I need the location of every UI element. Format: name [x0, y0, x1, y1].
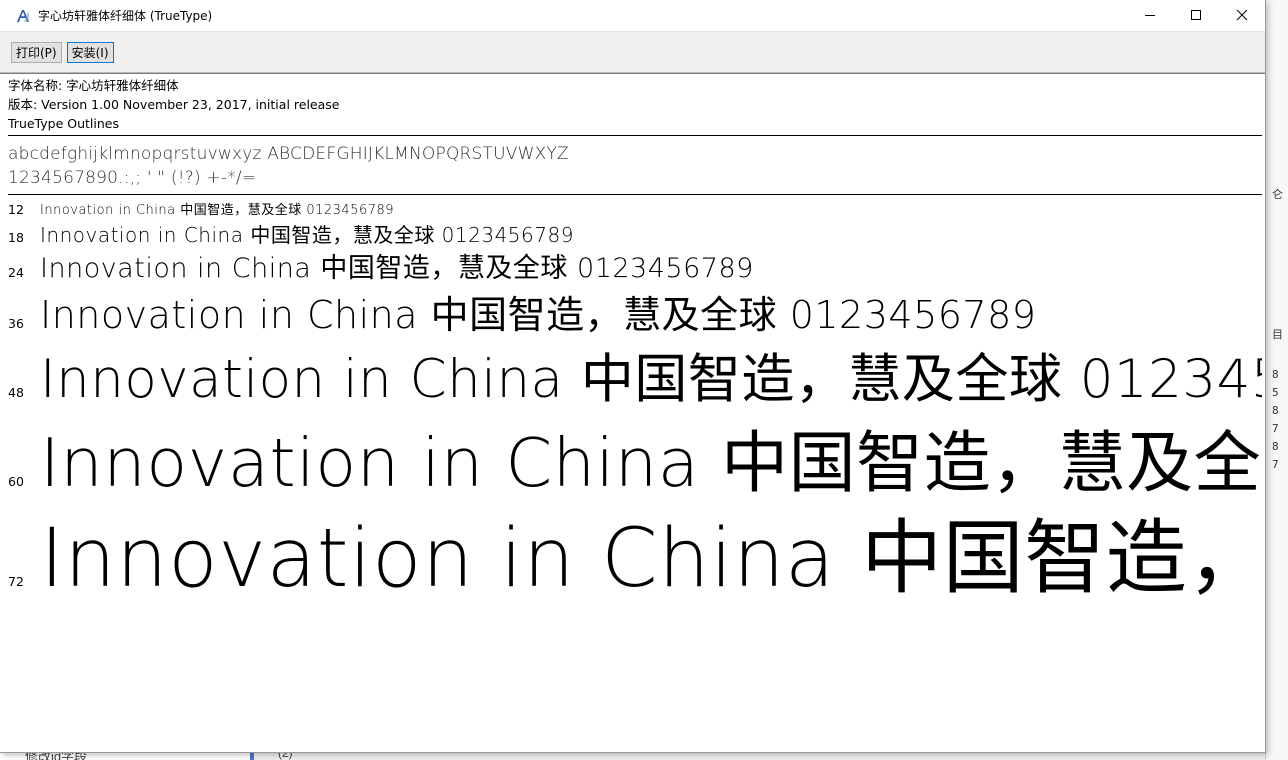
charset-digits-punctuation: 1234567890.:,; ' " (!?) +-*/=: [8, 168, 257, 188]
background-glyph: 5: [1272, 386, 1279, 399]
font-viewer-window: 字心坊轩雅体纤细体 (TrueType) 打印(P) 安装(I) 字体名称: 字…: [0, 0, 1266, 753]
minimize-button[interactable]: [1127, 0, 1173, 31]
charset-preview: abcdefghijklmnopqrstuvwxyz ABCDEFGHIJKLM…: [0, 136, 1265, 194]
sample-size-label: 18: [8, 230, 24, 245]
sample-row: 24 Innovation in China 中国智造，慧及全球 0123456…: [8, 246, 1262, 285]
sample-size-label: 72: [8, 574, 24, 589]
sample-text: Innovation in China 中国智造，慧及全球 0123456789: [40, 512, 1262, 606]
font-file-icon: [14, 7, 32, 25]
font-preview-area: 字体名称: 字心坊轩雅体纤细体 版本: Version 1.00 Novembe…: [0, 73, 1265, 752]
background-glyph: 8: [1272, 368, 1279, 381]
charset-letters: abcdefghijklmnopqrstuvwxyz ABCDEFGHIJKLM…: [8, 144, 569, 164]
close-icon: [1236, 6, 1248, 25]
maximize-icon: [1190, 6, 1202, 25]
background-glyph: 7: [1272, 458, 1279, 471]
minimize-icon: [1144, 6, 1156, 25]
sample-row: 18 Innovation in China 中国智造，慧及全球 0123456…: [8, 219, 1262, 248]
sample-size-label: 48: [8, 385, 24, 400]
background-right-strip: 仑 目 8 5 8 7 8 7: [1265, 0, 1288, 760]
title-bar[interactable]: 字心坊轩雅体纤细体 (TrueType): [0, 0, 1265, 31]
install-button[interactable]: 安装(I): [66, 41, 114, 63]
background-glyph: 仑: [1272, 188, 1283, 201]
background-glyph: 目: [1272, 328, 1283, 341]
window-controls: [1127, 0, 1265, 31]
sample-text: Innovation in China 中国智造，慧及全球 0123456789: [40, 293, 1037, 337]
toolbar: 打印(P) 安装(I): [0, 31, 1265, 73]
window-title: 字心坊轩雅体纤细体 (TrueType): [38, 9, 213, 23]
sample-text: Innovation in China 中国智造，慧及全球 0123456789: [40, 223, 574, 247]
font-outline-line: TrueType Outlines: [8, 116, 119, 131]
sample-size-label: 60: [8, 474, 24, 489]
background-glyph: 8: [1272, 440, 1279, 453]
sample-text: Innovation in China 中国智造，慧及全球 0123456789: [40, 203, 395, 218]
sample-size-label: 24: [8, 265, 24, 280]
maximize-button[interactable]: [1173, 0, 1219, 31]
sample-row: 72 Innovation in China 中国智造，慧及全球 0123456…: [8, 493, 1262, 610]
font-version-line: 版本: Version 1.00 November 23, 2017, init…: [8, 97, 340, 112]
sample-row: 12 Innovation in China 中国智造，慧及全球 0123456…: [8, 199, 1262, 218]
sample-text: Innovation in China 中国智造，慧及全球 0123456789: [40, 349, 1262, 410]
sample-text: Innovation in China 中国智造，慧及全球 0123456789: [40, 424, 1262, 502]
background-glyph: 7: [1272, 422, 1279, 435]
background-glyph: 8: [1272, 404, 1279, 417]
sample-size-label: 36: [8, 316, 24, 331]
font-name-line: 字体名称: 字心坊轩雅体纤细体: [8, 78, 179, 93]
close-button[interactable]: [1219, 0, 1265, 31]
sample-row: 36 Innovation in China 中国智造，慧及全球 0123456…: [8, 284, 1262, 339]
print-button[interactable]: 打印(P): [11, 41, 62, 63]
sample-row: 48 Innovation in China 中国智造，慧及全球 0123456…: [8, 337, 1262, 413]
sample-text: Innovation in China 中国智造，慧及全球 0123456789: [40, 253, 754, 284]
sample-row: 60 Innovation in China 中国智造，慧及全球 0123456…: [8, 409, 1262, 506]
sample-size-label: 12: [8, 202, 24, 217]
divider: [8, 194, 1262, 195]
font-info: 字体名称: 字心坊轩雅体纤细体 版本: Version 1.00 Novembe…: [0, 74, 1265, 133]
